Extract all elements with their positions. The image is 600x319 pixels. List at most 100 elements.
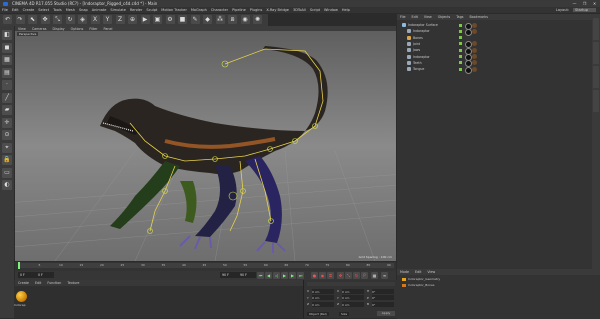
snap-icon[interactable]: ⌖ bbox=[2, 142, 12, 153]
enable-axis-icon[interactable]: ✛ bbox=[2, 117, 12, 128]
position-field[interactable]: 0 cm bbox=[312, 295, 334, 300]
undo-icon[interactable]: ↶ bbox=[3, 15, 12, 24]
render-view-icon[interactable]: ▶ bbox=[140, 15, 150, 24]
menu-item-file[interactable]: File bbox=[2, 7, 8, 13]
perspective-viewport[interactable]: Perspective Grid Spacing : 100 cm bbox=[15, 31, 396, 261]
menu-item-select[interactable]: Select bbox=[38, 7, 49, 13]
size-field[interactable]: 0 cm bbox=[342, 301, 364, 307]
visibility-check-icon[interactable] bbox=[459, 48, 462, 52]
key-position-icon[interactable]: ✥ bbox=[337, 272, 344, 279]
light-icon[interactable]: ✺ bbox=[253, 15, 262, 24]
menu-item-motion-tracker[interactable]: Motion Tracker bbox=[161, 7, 187, 13]
material-menu-texture[interactable]: Texture bbox=[67, 280, 79, 286]
texture-tag-icon[interactable] bbox=[472, 66, 477, 72]
material-tag-icon[interactable] bbox=[465, 66, 472, 74]
menu-item-edit[interactable]: Edit bbox=[12, 7, 19, 13]
subdivision-icon[interactable]: ◆ bbox=[203, 15, 212, 24]
visibility-check-icon[interactable] bbox=[459, 23, 462, 27]
playhead[interactable] bbox=[18, 262, 20, 269]
object-menu-objects[interactable]: Objects bbox=[438, 14, 450, 20]
viewport-scene[interactable] bbox=[15, 31, 396, 261]
texture-tag-icon[interactable] bbox=[472, 47, 477, 53]
visibility-check-icon[interactable] bbox=[459, 61, 462, 65]
size-mode-select[interactable]: Size bbox=[339, 312, 350, 316]
menu-item-sculpt[interactable]: Sculpt bbox=[146, 7, 157, 13]
timeline-ruler[interactable]: 051015202530354045505560657075808590 bbox=[15, 262, 396, 271]
symmetry-icon[interactable]: ⧈ bbox=[228, 15, 237, 24]
key-pla-icon[interactable]: ▦ bbox=[371, 272, 378, 279]
position-field[interactable]: 0 cm bbox=[312, 301, 334, 307]
object-row[interactable]: Indoraptor bbox=[400, 28, 590, 36]
current-frame-field[interactable]: 0 F bbox=[36, 272, 54, 278]
go-to-start-icon[interactable]: ⏮ bbox=[257, 272, 264, 279]
record-icon[interactable]: ● bbox=[311, 272, 318, 279]
side-tab-takes[interactable] bbox=[593, 42, 599, 64]
x-axis-icon[interactable]: X bbox=[90, 15, 100, 24]
y-axis-icon[interactable]: Y bbox=[103, 15, 112, 24]
material-menu-function[interactable]: Function bbox=[47, 280, 61, 286]
solo-icon[interactable]: ◐ bbox=[2, 180, 12, 190]
object-menu-view[interactable]: View bbox=[424, 14, 432, 20]
minimize-button[interactable]: — bbox=[570, 0, 579, 7]
layout-value[interactable]: Startup bbox=[573, 7, 596, 12]
menu-item-x-ray-bridge[interactable]: X-Ray Bridge bbox=[266, 7, 289, 13]
menu-item-mesh[interactable]: Mesh bbox=[66, 7, 75, 13]
camera-icon[interactable]: ◉ bbox=[240, 15, 250, 24]
polygons-mode-icon[interactable]: ▰ bbox=[2, 105, 12, 115]
redo-icon[interactable]: ↷ bbox=[15, 15, 25, 24]
layer-row[interactable]: Indoraptor_Geometry bbox=[402, 277, 440, 282]
menu-item-script[interactable]: Script bbox=[310, 7, 320, 13]
rotate-icon[interactable]: ↻ bbox=[65, 15, 75, 24]
end-frame-field[interactable]: 90 F bbox=[220, 272, 238, 278]
material-menu-create[interactable]: Create bbox=[18, 280, 29, 286]
menu-item-character[interactable]: Character bbox=[211, 7, 228, 13]
play-icon[interactable]: ▶ bbox=[281, 272, 288, 279]
edges-mode-icon[interactable]: ╱ bbox=[2, 92, 12, 103]
object-row[interactable]: Jaws bbox=[400, 47, 590, 55]
visibility-check-icon[interactable] bbox=[459, 67, 462, 71]
menu-item-mograph[interactable]: MoGraph bbox=[191, 7, 207, 13]
scale-icon[interactable]: ⤡ bbox=[53, 15, 62, 24]
side-tab-objects[interactable] bbox=[593, 18, 599, 40]
menu-item-snap[interactable]: Snap bbox=[79, 7, 88, 13]
keyframe-selection-icon[interactable]: ⚿ bbox=[327, 272, 334, 279]
menu-item-render[interactable]: Render bbox=[130, 7, 142, 13]
lock-workplane-icon[interactable]: 🔒 bbox=[2, 155, 12, 165]
object-row[interactable]: Bones bbox=[400, 35, 590, 41]
texture-tag-icon[interactable] bbox=[472, 28, 477, 34]
menu-item-pipeline[interactable]: Pipeline bbox=[232, 7, 246, 13]
rotation-field[interactable]: 0° bbox=[372, 301, 394, 307]
autokey-icon[interactable]: ◉ bbox=[319, 272, 326, 279]
visibility-check-icon[interactable] bbox=[459, 29, 462, 33]
key-rotation-icon[interactable]: ↻ bbox=[353, 272, 360, 279]
make-editable-icon[interactable]: ◧ bbox=[2, 30, 12, 40]
object-row[interactable]: Tongue bbox=[400, 66, 590, 74]
close-button[interactable]: ✕ bbox=[590, 0, 599, 7]
visibility-check-icon[interactable] bbox=[459, 36, 462, 40]
texture-tag-icon[interactable] bbox=[472, 41, 477, 47]
menu-item-window[interactable]: Window bbox=[324, 7, 338, 13]
visibility-check-icon[interactable] bbox=[459, 42, 462, 46]
play-backwards-icon[interactable]: ◁ bbox=[273, 272, 280, 279]
points-mode-icon[interactable]: · bbox=[2, 80, 12, 90]
menu-item-simulate[interactable]: Simulate bbox=[110, 7, 125, 13]
object-menu-edit[interactable]: Edit bbox=[412, 14, 418, 20]
workplane-icon[interactable]: ▤ bbox=[2, 67, 12, 78]
size-field[interactable]: 0 cm bbox=[342, 295, 364, 300]
apply-button[interactable]: Apply bbox=[377, 311, 395, 316]
layout-selector[interactable]: Layout: Startup bbox=[554, 7, 596, 13]
size-field[interactable]: 0 cm bbox=[342, 288, 364, 294]
recent-tool-icon[interactable]: ◈ bbox=[78, 15, 87, 24]
object-row[interactable]: Indoraptor bbox=[400, 54, 590, 61]
rotation-field[interactable]: 0° bbox=[372, 295, 394, 300]
cube-icon[interactable]: ■ bbox=[178, 15, 187, 24]
maximize-button[interactable]: ❐ bbox=[580, 0, 589, 7]
pen-icon[interactable]: ✎ bbox=[190, 15, 200, 24]
tweak-icon[interactable]: ⊙ bbox=[2, 130, 12, 140]
start-frame-field[interactable]: 0 F bbox=[18, 272, 36, 278]
menu-item-3dtoall[interactable]: 3DToAll bbox=[293, 7, 306, 13]
material-menu-edit[interactable]: Edit bbox=[35, 280, 41, 286]
end-frame-max-field[interactable]: 90 F bbox=[238, 272, 256, 278]
object-menu-bookmarks[interactable]: Bookmarks bbox=[470, 14, 488, 20]
model-mode-icon[interactable]: ◼ bbox=[2, 42, 12, 53]
